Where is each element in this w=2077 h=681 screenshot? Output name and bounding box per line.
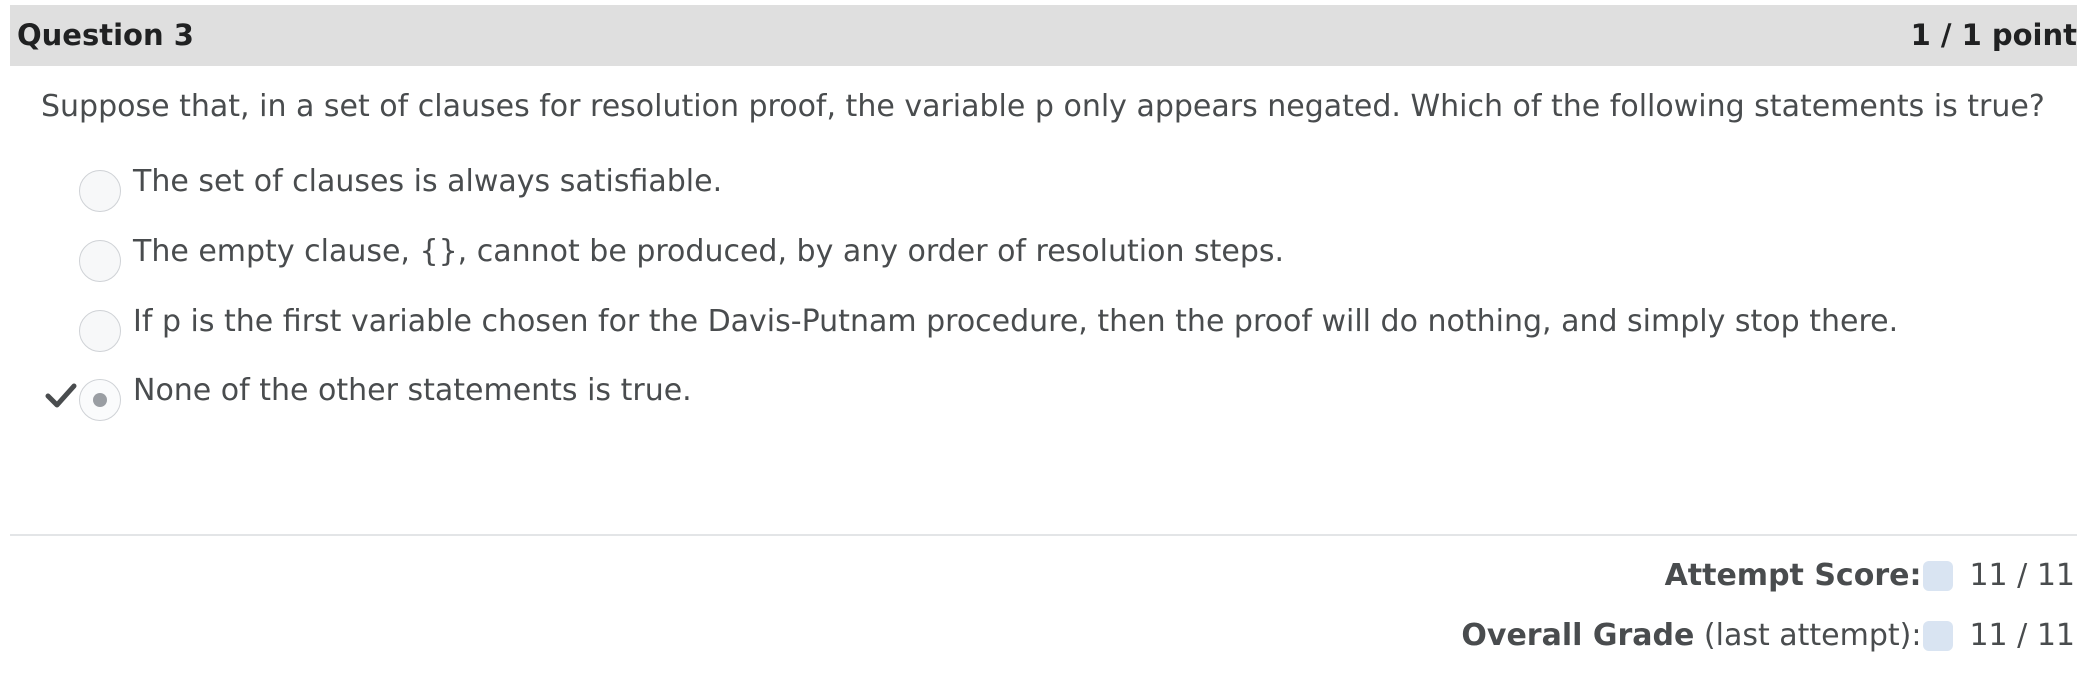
grade-badge <box>1923 621 1954 651</box>
answer-option-2: The empty clause, {}, cannot be produced… <box>0 222 2077 282</box>
answer-option-label: None of the other statements is true. <box>133 373 692 408</box>
attempt-score: Attempt Score: 11 / 11 <box>1665 551 2075 601</box>
section-divider <box>10 534 2077 536</box>
radio-button-selected[interactable] <box>79 379 121 421</box>
checkmark-icon <box>45 383 77 408</box>
question-title: Question 3 <box>17 18 194 52</box>
overall-grade-label: Overall Grade <box>1461 618 1695 653</box>
question-prompt: Suppose that, in a set of clauses for re… <box>41 89 2045 124</box>
overall-grade-suffix: (last attempt): <box>1703 618 1922 653</box>
answer-option-label: The set of clauses is always satisfiable… <box>133 164 723 199</box>
answer-option-3: If p is the first variable chosen for th… <box>0 292 2077 352</box>
overall-grade-value: 11 / 11 <box>1969 618 2075 653</box>
overall-grade: Overall Grade (last attempt): 11 / 11 <box>1461 611 2075 661</box>
attempt-score-value: 11 / 11 <box>1969 558 2075 593</box>
answer-option-label: If p is the first variable chosen for th… <box>133 304 1899 339</box>
radio-selected-dot <box>93 393 107 407</box>
radio-button[interactable] <box>79 170 121 212</box>
question-header: Question 3 1 / 1 point <box>10 5 2077 66</box>
radio-button[interactable] <box>79 310 121 352</box>
answer-option-label: The empty clause, {}, cannot be produced… <box>133 234 1285 269</box>
radio-button[interactable] <box>79 240 121 282</box>
answer-option-1: The set of clauses is always satisfiable… <box>0 152 2077 212</box>
score-badge <box>1923 561 1954 591</box>
question-points: 1 / 1 point <box>1910 18 2077 52</box>
answer-option-4: None of the other statements is true. <box>0 361 2077 421</box>
attempt-score-label: Attempt Score: <box>1664 558 1922 593</box>
